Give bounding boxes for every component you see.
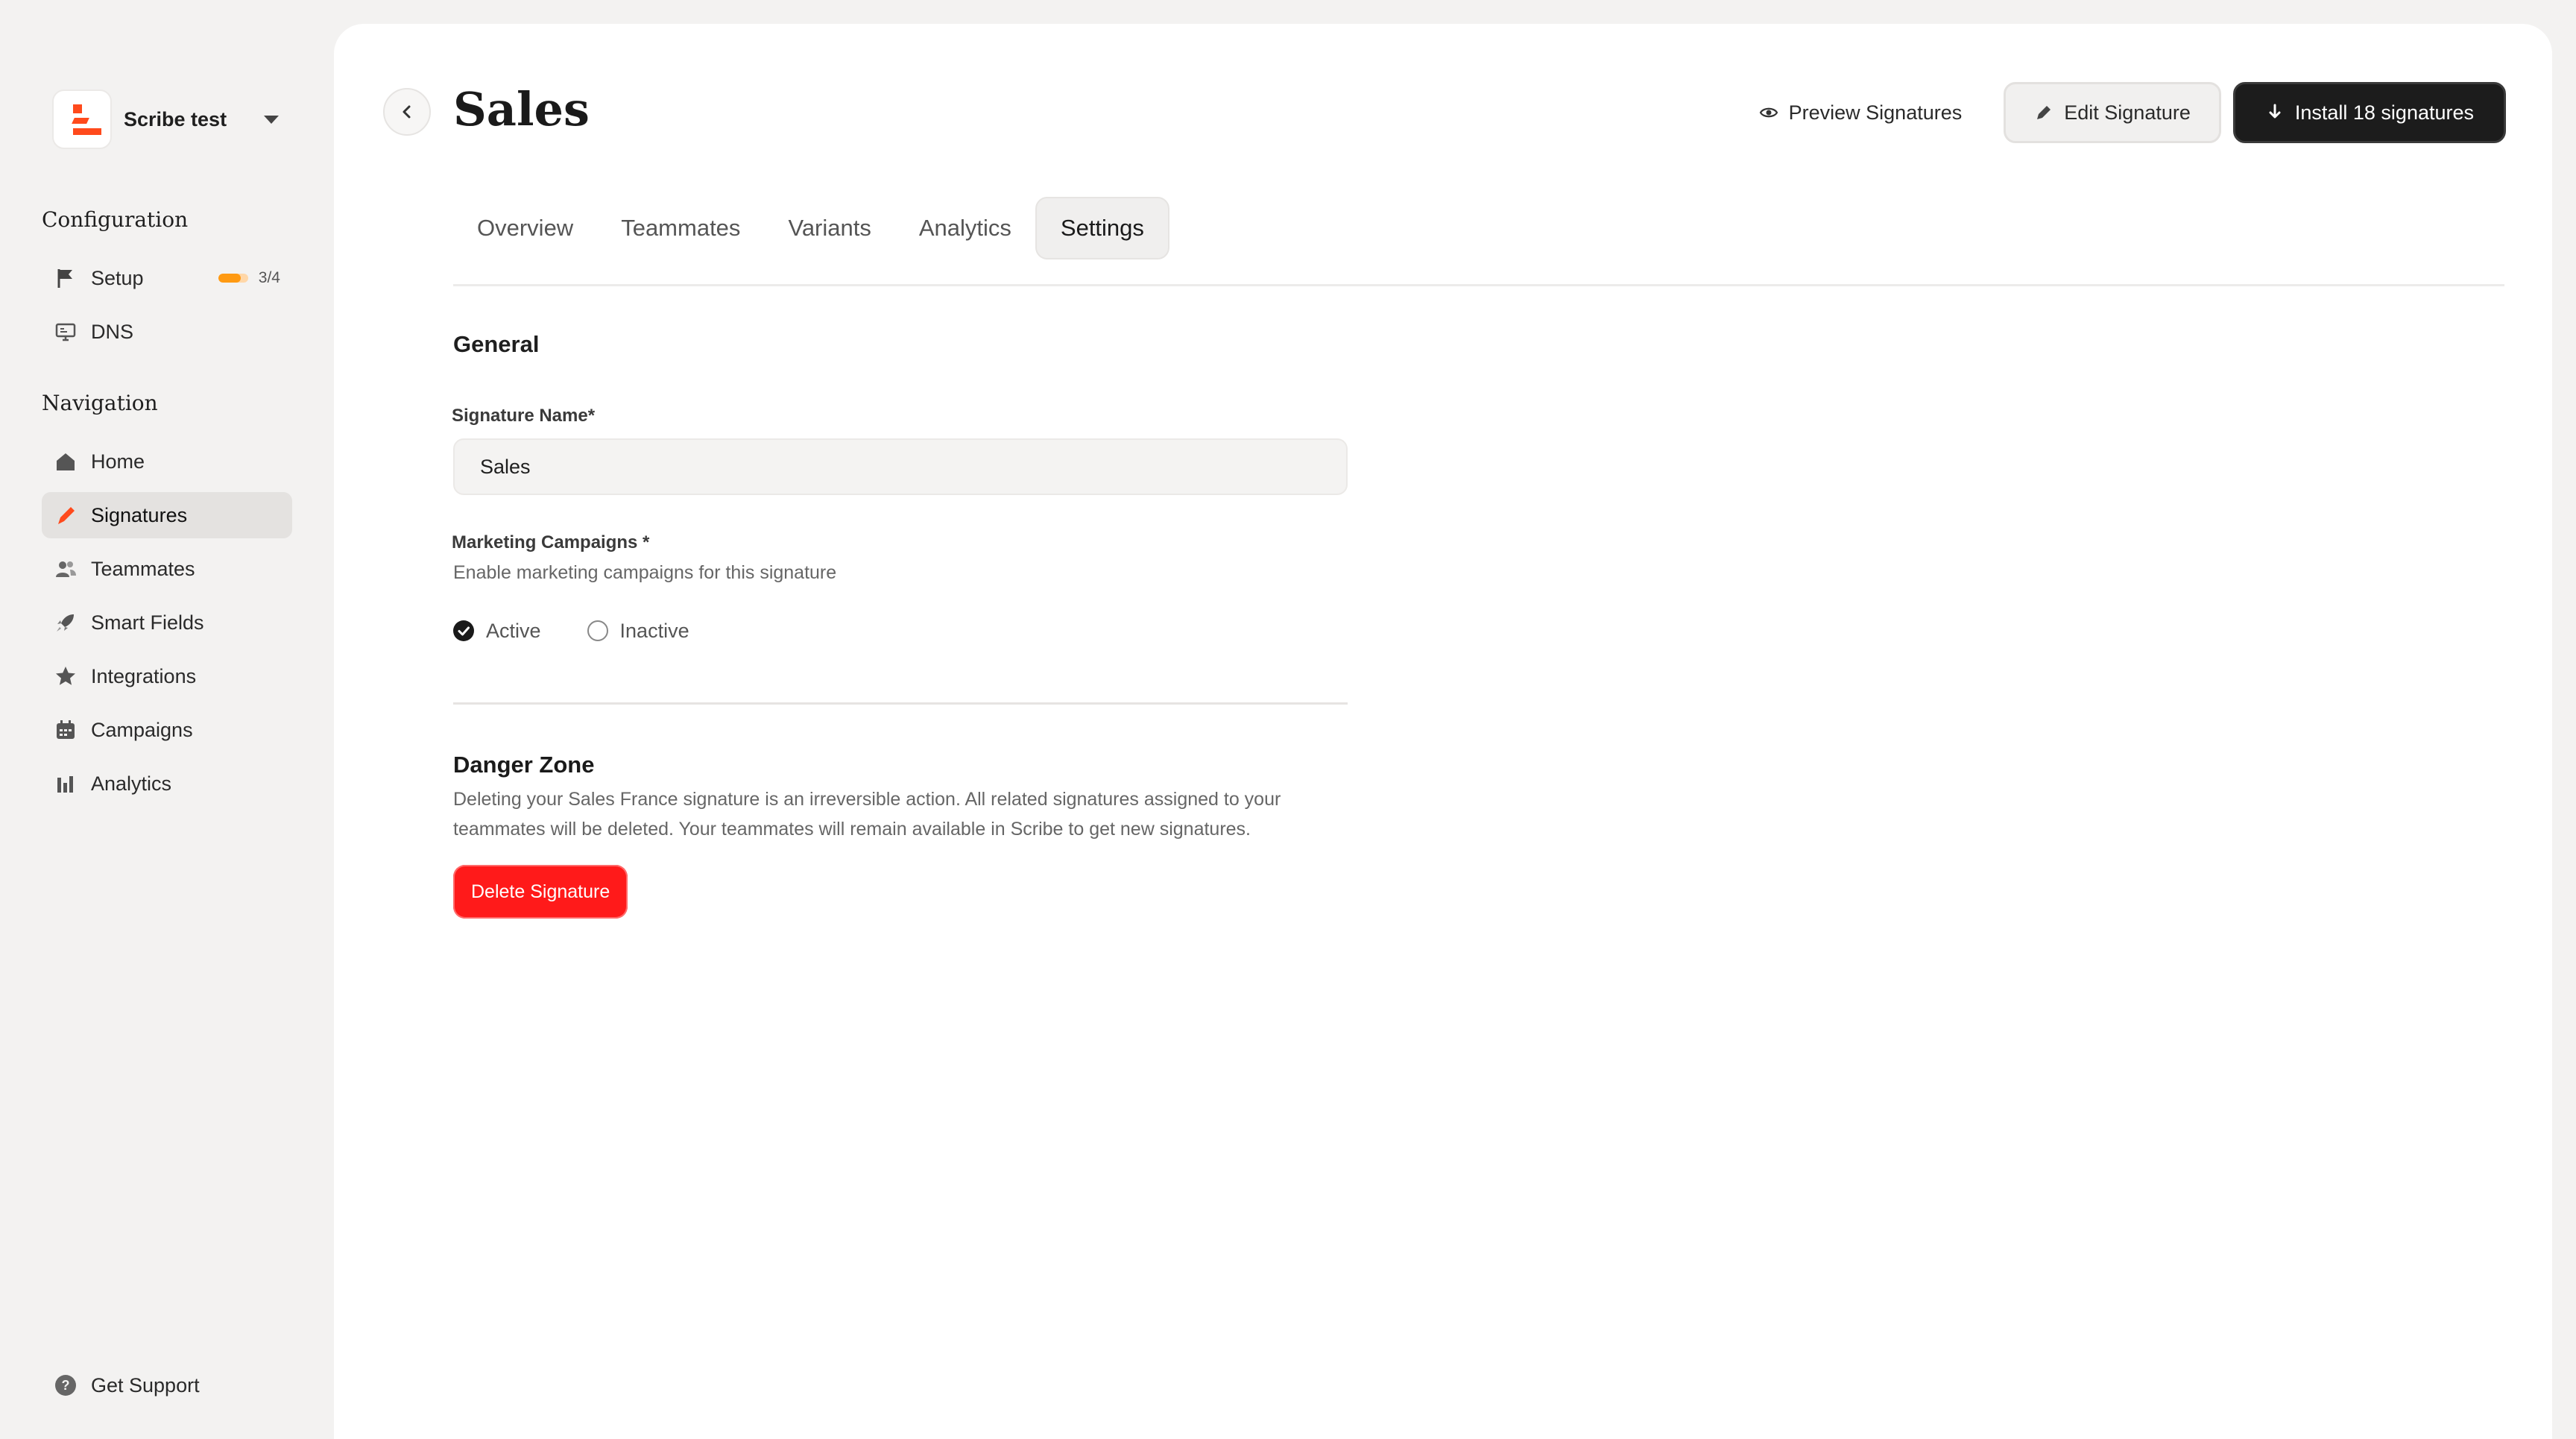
radio-empty-icon	[587, 620, 608, 641]
signature-name-input[interactable]: Sales	[453, 438, 1348, 495]
calendar-icon	[54, 718, 78, 742]
scribe-logo	[52, 89, 112, 149]
tab-analytics[interactable]: Analytics	[895, 197, 1035, 259]
flag-icon	[54, 266, 78, 290]
radio-inactive-label: Inactive	[619, 619, 689, 642]
setup-progress-fill	[218, 274, 241, 283]
bar-chart-icon	[54, 772, 78, 796]
marketing-radio-group: Active Inactive	[453, 616, 736, 646]
pencil-icon	[2037, 106, 2051, 119]
get-support-link[interactable]: ? Get Support	[42, 1373, 200, 1397]
general-heading: General	[453, 331, 540, 357]
marketing-campaigns-helper: Enable marketing campaigns for this sign…	[453, 562, 837, 583]
tab-teammates[interactable]: Teammates	[597, 197, 764, 259]
sidebar-item-teammates[interactable]: Teammates	[42, 546, 292, 592]
sidebar-item-label: Signatures	[91, 503, 188, 526]
navigation-heading: Navigation	[42, 391, 158, 415]
edit-signature-button[interactable]: Edit Signature	[2004, 82, 2221, 143]
checkmark-icon	[453, 620, 474, 641]
danger-zone-description: Deleting your Sales France signature is …	[453, 789, 1281, 840]
home-icon	[54, 450, 78, 473]
install-signatures-label: Install 18 signatures	[2294, 101, 2474, 124]
sidebar-item-home[interactable]: Home	[42, 438, 292, 485]
sidebar-item-setup[interactable]: Setup 3/4	[42, 255, 292, 301]
section-divider	[453, 702, 1348, 705]
danger-zone-heading: Danger Zone	[453, 752, 595, 778]
sidebar-item-signatures[interactable]: Signatures	[42, 492, 292, 538]
preview-signatures-button[interactable]: Preview Signatures	[1759, 101, 1963, 125]
radio-active[interactable]: Active	[453, 620, 541, 643]
sidebar: Scribe test Configuration Setup 3/4 DNS …	[0, 0, 334, 1439]
download-icon	[2269, 104, 2281, 119]
sidebar-item-label: Smart Fields	[91, 611, 204, 634]
sidebar-item-dns[interactable]: DNS	[42, 309, 292, 355]
sidebar-item-label: Setup	[91, 266, 144, 289]
setup-progress: 3/4	[218, 269, 280, 287]
edit-signature-label: Edit Signature	[2064, 101, 2191, 124]
tabs-divider	[453, 284, 2504, 286]
main-panel: Sales Preview Signatures Edit Signature …	[334, 24, 2552, 1439]
sidebar-item-smart-fields[interactable]: Smart Fields	[42, 599, 292, 646]
signature-name-label: Signature Name*	[452, 406, 596, 426]
get-support-label: Get Support	[91, 1373, 200, 1397]
page-title: Sales	[453, 82, 590, 136]
back-button[interactable]	[383, 88, 431, 136]
workspace-switcher[interactable]: Scribe test	[52, 88, 285, 151]
rocket-icon	[54, 611, 78, 635]
dns-monitor-icon	[54, 320, 78, 344]
radio-active-label: Active	[486, 619, 541, 642]
preview-signatures-label: Preview Signatures	[1788, 101, 1963, 124]
radio-inactive[interactable]: Inactive	[587, 620, 689, 643]
workspace-name: Scribe test	[124, 107, 227, 130]
pen-icon	[54, 503, 78, 527]
sidebar-item-label: Campaigns	[91, 718, 193, 741]
sidebar-item-label: Integrations	[91, 664, 197, 687]
help-icon: ?	[54, 1373, 78, 1397]
chevron-down-icon	[264, 115, 279, 124]
header-actions: Preview Signatures Edit Signature Instal…	[1759, 82, 2506, 143]
tab-variants[interactable]: Variants	[764, 197, 894, 259]
sidebar-item-analytics[interactable]: Analytics	[42, 761, 292, 807]
setup-progress-text: 3/4	[258, 269, 280, 286]
svg-text:?: ?	[62, 1378, 70, 1393]
tab-overview[interactable]: Overview	[453, 197, 597, 259]
configuration-heading: Configuration	[42, 207, 189, 232]
install-signatures-button[interactable]: Install 18 signatures	[2232, 82, 2506, 143]
sidebar-item-label: Home	[91, 450, 145, 473]
sidebar-item-label: Analytics	[91, 772, 172, 795]
users-icon	[54, 557, 78, 581]
sidebar-item-integrations[interactable]: Integrations	[42, 653, 292, 699]
eye-icon	[1759, 107, 1778, 118]
sidebar-item-campaigns[interactable]: Campaigns	[42, 707, 292, 753]
sidebar-item-label: Teammates	[91, 557, 195, 580]
tab-bar: Overview Teammates Variants Analytics Se…	[453, 197, 1169, 259]
sidebar-item-label: DNS	[91, 320, 134, 343]
marketing-campaigns-label: Marketing Campaigns *	[452, 532, 650, 552]
tab-settings[interactable]: Settings	[1035, 197, 1169, 259]
chevron-left-icon	[402, 105, 411, 119]
star-icon	[54, 664, 78, 688]
delete-signature-button[interactable]: Delete Signature	[453, 865, 628, 919]
